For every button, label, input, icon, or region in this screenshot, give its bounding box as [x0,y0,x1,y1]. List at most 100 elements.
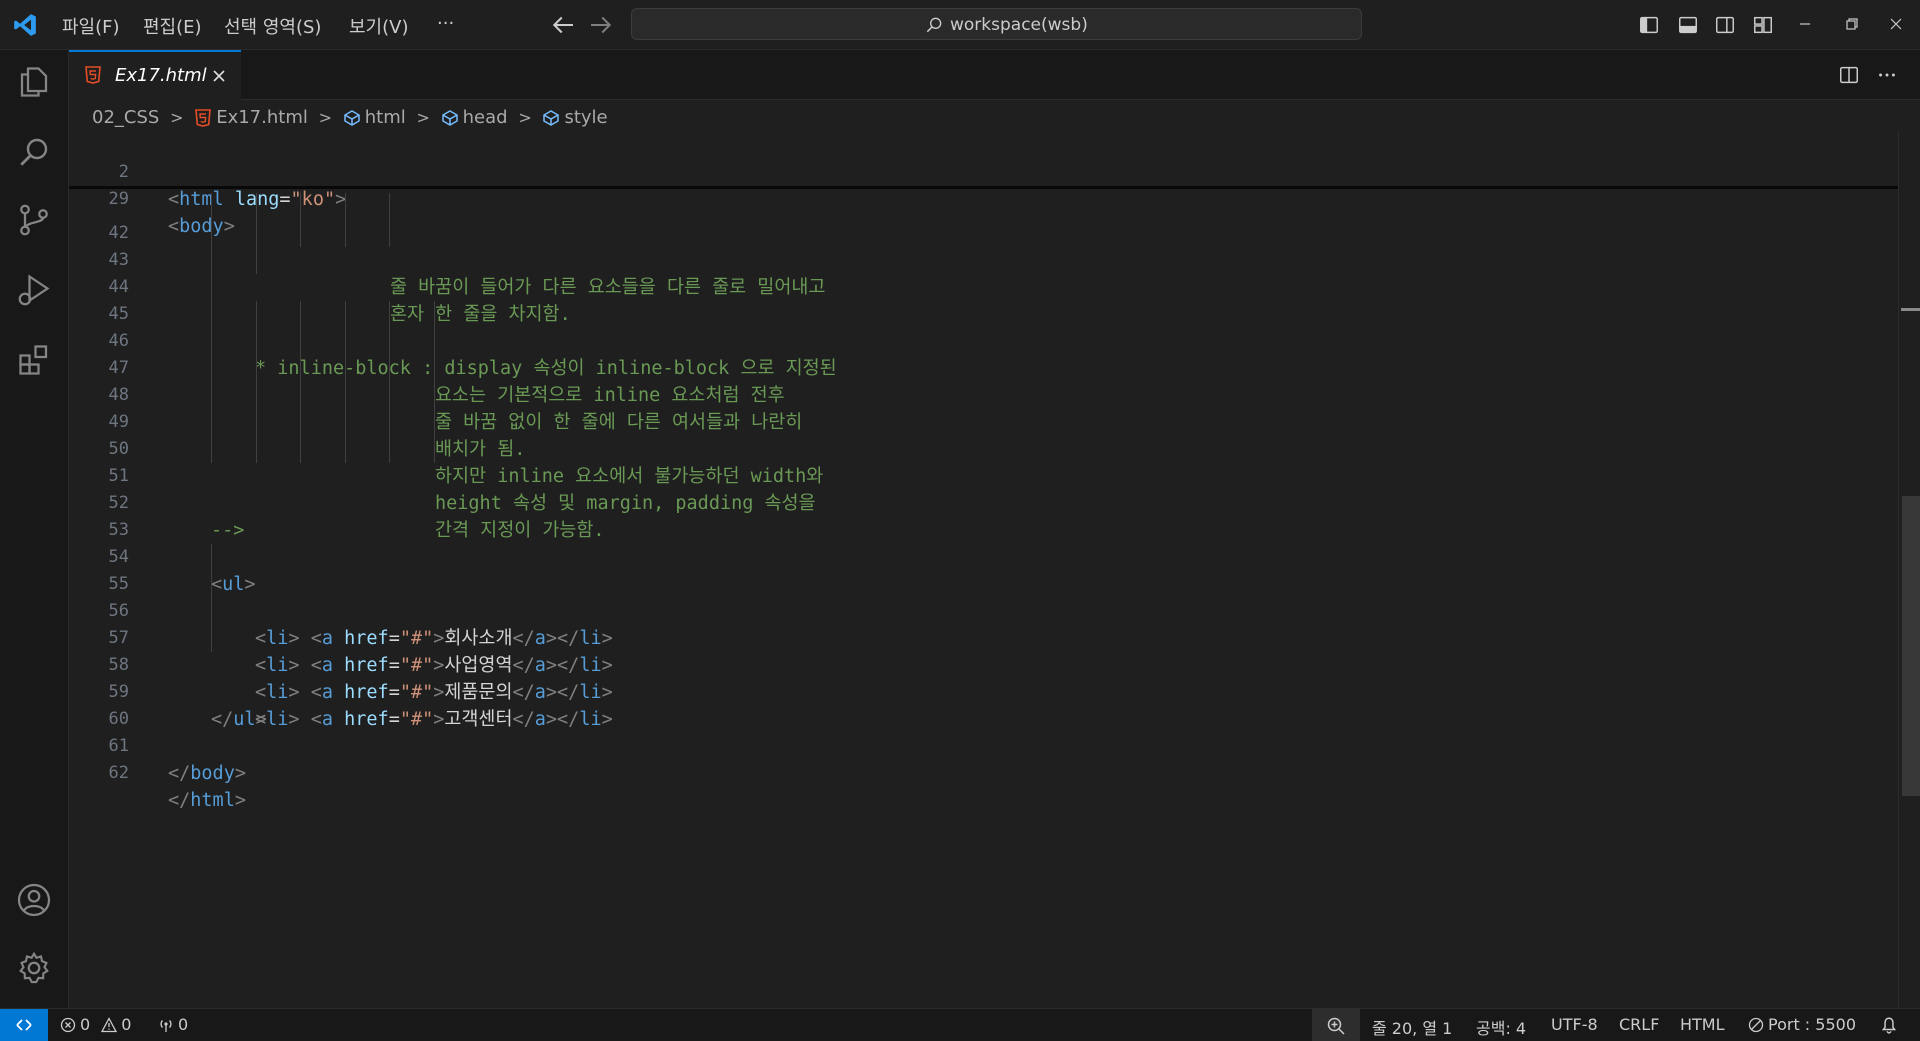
code-line[interactable]: 57 <li> <a href="#">제품문의</a></li> [69,598,1898,703]
breadcrumb-symbol-head[interactable]: head [441,107,508,128]
encoding[interactable]: UTF-8 [1551,1015,1598,1034]
code-line[interactable]: 55 <li> <a href="#">회사소개</a></li> [69,544,1898,649]
breadcrumb-symbol-label: style [564,106,608,128]
menu-view[interactable]: 보기(V) [349,13,408,39]
language-mode[interactable]: HTML [1680,1015,1725,1034]
menu-file[interactable]: 파일(F) [62,13,120,39]
html5-file-icon [195,108,212,127]
split-editor-icon[interactable] [1838,64,1860,86]
menu-selection[interactable]: 선택 영역(S) [224,13,321,39]
code-line[interactable]: 46 요소는 기본적으로 inline 요소처럼 전후 [69,301,1898,406]
breadcrumb-symbol-label: head [462,106,508,128]
breadcrumb-symbol-style[interactable]: style [542,106,608,128]
toggle-primary-sidebar-icon[interactable] [1638,14,1660,36]
notifications-bell-icon[interactable] [1880,1016,1898,1034]
toggle-secondary-sidebar-icon[interactable] [1714,14,1736,36]
toggle-panel-icon[interactable] [1677,14,1699,36]
breadcrumb: 02_CSS > Ex17.html > html > head > style [92,106,608,130]
warning-count: 0 [121,1015,132,1034]
source-control-icon[interactable] [16,202,52,238]
code-line[interactable]: 59 </ul> [69,652,1898,730]
tab-label: Ex17.html [115,65,207,86]
explorer-icon[interactable] [16,64,52,100]
extensions-icon[interactable] [16,342,52,378]
indentation[interactable]: 공백: 4 [1476,1015,1526,1039]
close-tab-icon[interactable] [211,68,227,84]
remote-indicator-button[interactable] [0,1009,48,1041]
tab-ex17-html[interactable]: Ex17.html [69,50,241,100]
restore-icon[interactable] [1839,12,1863,36]
html5-file-icon [85,66,101,84]
circle-slash-icon [1748,1017,1764,1033]
symbol-field-icon [543,109,560,126]
close-window-icon[interactable] [1884,12,1908,36]
code-line[interactable]: 54 <ul> [69,517,1898,595]
warning-icon [101,1017,118,1033]
breadcrumb-separator: > [416,107,430,127]
code-line[interactable]: 47 줄 바꿈 없이 한 줄에 다른 여서들과 나란히 [69,328,1898,433]
title-bar: 파일(F) 편집(E) 선택 영역(S) 보기(V) ··· workspace… [0,0,1920,50]
code-line[interactable]: 45 * inline-block : display 속성이 inline-b… [69,274,1898,379]
ports-count: 0 [178,1015,189,1034]
breadcrumb-file-label: Ex17.html [216,106,308,128]
zoom-button[interactable] [1312,1009,1360,1041]
breadcrumb-separator: > [170,107,184,127]
code-text: </body> [168,763,246,784]
account-icon[interactable] [16,882,52,918]
code-line[interactable]: 42 줄 바꿈이 들어가 다른 요소들을 다른 줄로 밀어내고 [69,193,1898,298]
code-line[interactable]: 58 <li> <a href="#">고객센터</a></li> [69,625,1898,730]
code-line[interactable]: 48 배치가 됨. [69,355,1898,460]
sticky-scroll-line[interactable]: 29 <body> [69,159,1898,237]
broadcast-icon [160,1020,172,1032]
command-center-label: workspace(wsb) [950,15,1088,35]
live-server-port[interactable]: Port : 5500 [1748,1015,1856,1034]
ports-indicator[interactable]: 0 [158,1015,188,1034]
zoom-in-icon [1327,1017,1345,1035]
code-line[interactable]: 51 간격 지정이 가능함. [69,436,1898,541]
settings-gear-icon[interactable] [16,950,52,986]
code-line[interactable]: 56 <li> <a href="#">사업영역</a></li> [69,571,1898,676]
code-line[interactable]: 44 [69,247,1898,297]
symbol-field-icon [343,109,360,126]
code-line[interactable]: 61 </body> [69,706,1898,784]
code-line[interactable]: 60 [69,679,1898,729]
code-line[interactable]: 50 height 속성 및 margin, padding 속성을 [69,409,1898,514]
cursor-position[interactable]: 줄 20, 열 1 [1372,1015,1452,1039]
code-line[interactable]: 52 --> [69,463,1898,541]
arrow-left-icon[interactable] [548,10,578,40]
arrow-right-icon[interactable] [586,10,616,40]
code-editor[interactable]: 2 <html lang="ko"> 29 <body> 42 줄 바꿈이 들어… [69,130,1898,1008]
remote-icon [16,1019,32,1031]
vertical-scrollbar[interactable] [1898,130,1920,1008]
vscode-logo-icon [14,14,36,36]
breadcrumb-symbol-html[interactable]: html [343,107,406,128]
breadcrumb-symbol-label: html [364,106,406,128]
run-and-debug-icon[interactable] [16,272,52,308]
symbol-field-icon [441,109,458,126]
breadcrumb-separator: > [518,107,532,127]
scrollbar-thumb[interactable] [1902,496,1920,796]
breadcrumb-file[interactable]: Ex17.html [194,107,308,128]
problems-indicator[interactable]: 0 0 [60,1015,131,1034]
customize-layout-icon[interactable] [1752,14,1774,36]
line-number: 62 [108,763,129,783]
code-line[interactable]: 62 </html> [69,733,1898,811]
search-icon[interactable] [16,134,52,170]
minimize-icon[interactable] [1793,12,1817,36]
breadcrumb-folder[interactable]: 02_CSS [92,107,159,128]
scrollbar-cursor-marker [1901,308,1920,311]
sticky-scroll-divider [69,186,1898,189]
error-icon [60,1017,76,1033]
command-center-search[interactable]: workspace(wsb) [631,8,1362,40]
error-count: 0 [80,1015,91,1034]
menu-edit[interactable]: 편집(E) [143,13,202,39]
code-line[interactable]: 49 하지만 inline 요소에서 불가능하던 width와 [69,382,1898,487]
menu-more[interactable]: ··· [437,13,454,34]
more-actions-icon[interactable] [1876,64,1898,86]
code-line[interactable]: 53 [69,490,1898,540]
editor-tab-bar: Ex17.html [69,50,1920,100]
end-of-line[interactable]: CRLF [1619,1015,1659,1034]
sticky-scroll-line[interactable]: 2 <html lang="ko"> [69,132,1898,210]
code-line[interactable]: 43 혼자 한 줄을 차지함. [69,220,1898,325]
activity-bar [0,50,69,1008]
